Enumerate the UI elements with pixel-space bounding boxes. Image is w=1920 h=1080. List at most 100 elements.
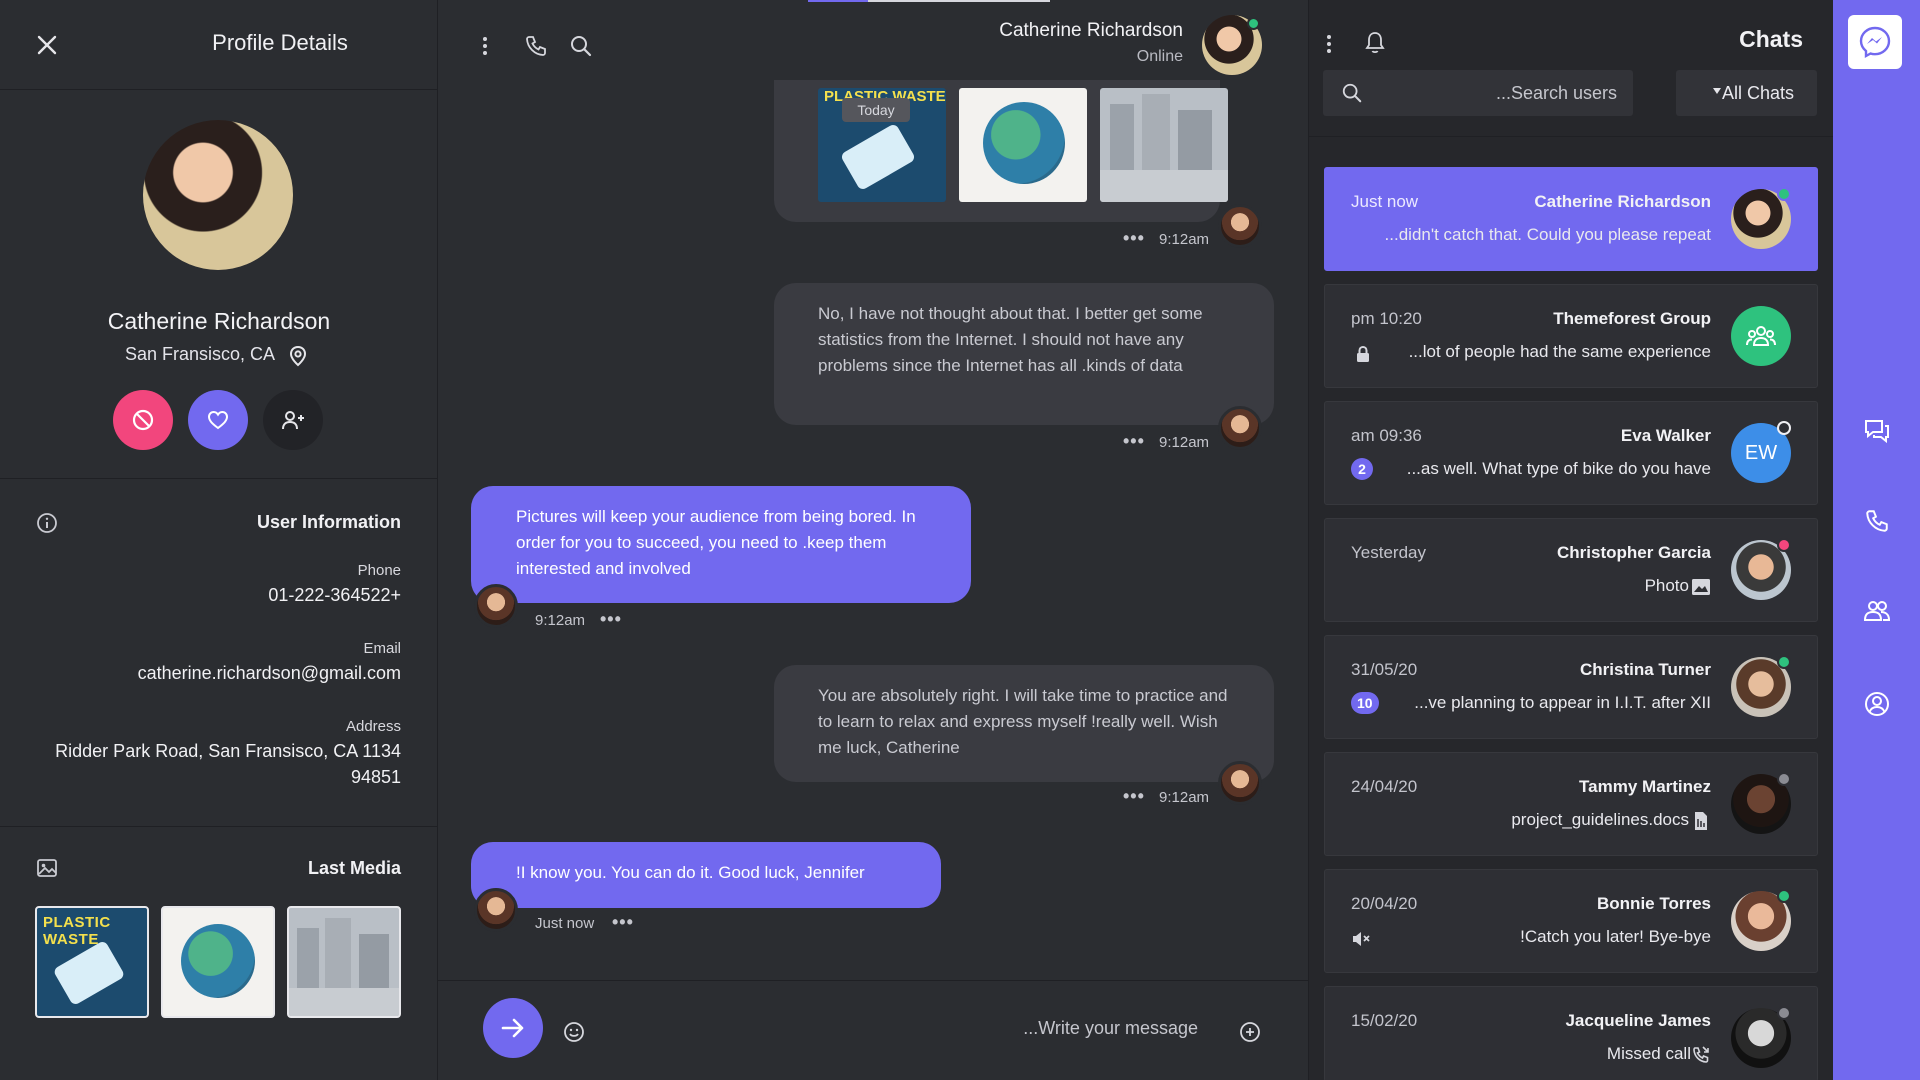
chat-icon[interactable]	[1863, 418, 1891, 444]
message-image-earth[interactable]	[959, 88, 1087, 202]
sender-avatar	[1218, 204, 1262, 248]
away-indicator	[1777, 421, 1791, 435]
chat-item-bonnie[interactable]: 20/04/20 Bonnie Torres !Catch you later!…	[1324, 869, 1818, 973]
chat-item-christopher[interactable]: Yesterday Christopher Garcia Photo	[1324, 518, 1818, 622]
chat-item-themeforest[interactable]: pm 10:20 Themeforest Group ...lot of peo…	[1324, 284, 1818, 388]
chat-item-eva[interactable]: am 09:36 Eva Walker 2 ...as well. What t…	[1324, 401, 1818, 505]
message-input[interactable]: ...Write your message	[998, 1018, 1198, 1039]
favorite-button[interactable]	[188, 390, 248, 450]
divider	[0, 826, 437, 827]
profile-header: Profile Details	[0, 0, 438, 90]
last-media-title: Last Media	[307, 858, 401, 878]
message-more-icon[interactable]: •••	[600, 609, 622, 630]
bell-icon[interactable]	[1363, 30, 1387, 56]
attach-icon[interactable]	[1238, 1020, 1262, 1044]
chat-item-name: Catherine Richardson	[1534, 192, 1711, 211]
message-bubble-outgoing: Pictures will keep your audience from be…	[471, 486, 971, 603]
group-icon[interactable]	[1863, 598, 1891, 624]
message-time: Just now	[535, 915, 595, 932]
chat-item-tammy[interactable]: 24/04/20 Tammy Martinez project_guidelin…	[1324, 752, 1818, 856]
profile-panel: Profile Details Catherine Richardson San…	[0, 0, 438, 1080]
message-time: 9:12am	[1159, 434, 1210, 451]
message-more-icon[interactable]: •••	[1123, 228, 1145, 249]
image-icon	[36, 857, 58, 879]
profile-icon[interactable]	[1863, 690, 1891, 718]
caret-down-icon	[1712, 87, 1722, 95]
send-button[interactable]	[483, 998, 543, 1058]
more-vertical-icon[interactable]	[1325, 32, 1333, 56]
chat-contact-name[interactable]: Catherine Richardson	[999, 20, 1183, 42]
block-button[interactable]	[113, 390, 173, 450]
chat-item-message: Missed call	[1606, 1044, 1691, 1063]
media-thumb-city[interactable]	[287, 906, 401, 1018]
chat-item-message: project_guidelines.docs	[1511, 810, 1689, 829]
mute-icon	[1351, 930, 1371, 948]
message-bubble-outgoing: !I know you. You can do it. Good luck, J…	[471, 842, 941, 908]
message-more-icon[interactable]: •••	[1123, 431, 1145, 452]
messenger-icon	[1858, 25, 1892, 59]
missed-call-icon	[1691, 1045, 1711, 1065]
add-user-icon	[280, 408, 306, 432]
chat-item-christina[interactable]: 31/05/20 Christina Turner 10 ...ve plann…	[1324, 635, 1818, 739]
message-more-icon[interactable]: •••	[612, 912, 634, 933]
chat-item-time: 20/04/20	[1351, 894, 1418, 913]
emoji-icon[interactable]	[562, 1020, 586, 1044]
sender-avatar	[1218, 761, 1262, 805]
all-chats-filter[interactable]: All Chats	[1676, 70, 1817, 116]
media-thumb-plastic[interactable]: PLASTIC WASTE	[35, 906, 149, 1018]
search-users-placeholder: ...Search users	[1495, 83, 1617, 103]
chat-item-name: Jacqueline James	[1565, 1011, 1711, 1030]
chat-item-message: Photo	[1644, 576, 1689, 595]
email-value: catherine.richardson@gmail.com	[137, 663, 401, 683]
chat-item-message: ...ve planning to appear in I.I.T. after…	[1414, 693, 1711, 712]
online-indicator	[1247, 17, 1260, 30]
phone-label: Phone	[357, 562, 401, 579]
phone-icon[interactable]	[524, 34, 548, 58]
chat-item-name: Themeforest Group	[1553, 309, 1711, 328]
chat-header: Catherine Richardson Online	[438, 0, 1309, 90]
phone-icon[interactable]	[1864, 508, 1890, 534]
message-image-city[interactable]	[1100, 88, 1228, 202]
online-indicator	[1777, 889, 1791, 903]
search-icon[interactable]	[569, 34, 593, 58]
chat-item-time: am 09:36	[1351, 426, 1422, 445]
chat-contact-status: Online	[1136, 48, 1183, 65]
chat-item-jacqueline[interactable]: 15/02/20 Jacqueline James Missed call	[1324, 986, 1818, 1080]
my-avatar	[474, 584, 518, 628]
message-more-icon[interactable]: •••	[1123, 786, 1145, 807]
messenger-logo[interactable]	[1848, 15, 1902, 69]
chat-item-time: 31/05/20	[1351, 660, 1418, 679]
chat-item-name: Bonnie Torres	[1597, 894, 1711, 913]
chat-item-name: Christopher Garcia	[1557, 543, 1711, 562]
search-users-field[interactable]: ...Search users	[1323, 70, 1633, 116]
chat-item-time: 15/02/20	[1351, 1011, 1418, 1030]
add-contact-button[interactable]	[263, 390, 323, 450]
location-icon	[288, 345, 308, 367]
chat-item-message: ...didn't catch that. Could you please r…	[1384, 225, 1711, 244]
chat-item-name: Tammy Martinez	[1579, 777, 1711, 796]
heart-icon	[206, 408, 230, 432]
lock-icon	[1355, 345, 1371, 363]
divider	[1309, 136, 1833, 137]
chat-item-message: ...as well. What type of bike do you hav…	[1406, 459, 1711, 478]
message-bubble-incoming: No, I have not thought about that. I bet…	[774, 283, 1274, 425]
group-icon	[1746, 323, 1776, 349]
profile-avatar	[143, 120, 293, 270]
profile-name: Catherine Richardson	[107, 308, 331, 334]
online-indicator	[1777, 655, 1791, 669]
chat-item-catherine[interactable]: Just now Catherine Richardson ...didn't …	[1324, 167, 1818, 271]
chat-item-time: pm 10:20	[1351, 309, 1422, 328]
chat-panel: Catherine Richardson Online PLASTIC WAST…	[438, 0, 1309, 1080]
media-thumb-caption: PLASTIC WASTE	[43, 914, 111, 948]
block-icon	[131, 408, 155, 432]
profile-location: San Fransisco, CA	[125, 344, 276, 364]
all-chats-label: All Chats	[1722, 83, 1795, 103]
info-icon	[36, 512, 58, 534]
media-thumb-earth[interactable]	[161, 906, 275, 1018]
chat-item-time: 24/04/20	[1351, 777, 1418, 796]
search-icon	[1341, 82, 1363, 104]
more-vertical-icon[interactable]	[481, 34, 489, 58]
chat-item-message: !Catch you later! Bye-bye	[1520, 927, 1711, 946]
avatar	[1731, 306, 1791, 366]
chat-item-name: Eva Walker	[1620, 426, 1711, 445]
